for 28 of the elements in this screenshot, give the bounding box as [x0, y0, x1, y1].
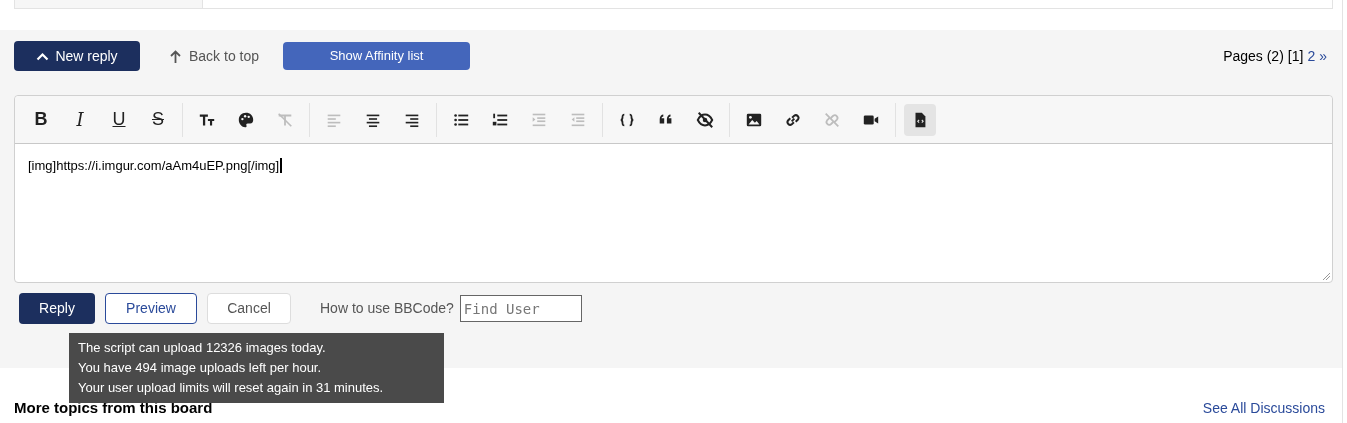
- remove-format-icon: [276, 110, 294, 129]
- pages-label: Pages (2): [1223, 46, 1284, 66]
- strike-button[interactable]: S: [142, 103, 174, 136]
- resize-handle-icon[interactable]: [1322, 272, 1330, 280]
- bbcode-help-link[interactable]: How to use BBCode?: [320, 298, 454, 319]
- preview-button[interactable]: Preview: [105, 293, 197, 324]
- bold-button[interactable]: B: [25, 103, 57, 136]
- back-to-top-link[interactable]: Back to top: [170, 45, 260, 67]
- find-user-field[interactable]: Find User: [459, 295, 582, 322]
- next-page-link[interactable]: »: [1319, 45, 1327, 67]
- editor-text-area[interactable]: [img]https://i.imgur.com/aAm4uEP.png[/img]: [15, 144, 1332, 282]
- show-affinity-list-button[interactable]: Show Affinity list: [283, 42, 471, 70]
- eye-slash-icon: [696, 110, 714, 129]
- upload-limits-tooltip: The script can upload 12326 images today. You have 494 image uploads left per hour. Your user upload limits will reset again in 31 minutes.: [69, 333, 444, 403]
- see-all-discussions-link[interactable]: See All Discussions: [1202, 398, 1325, 419]
- page-link[interactable]: 2: [1307, 45, 1316, 67]
- palette-icon: [237, 110, 255, 129]
- reply-button[interactable]: Reply: [19, 293, 95, 324]
- new-reply-button[interactable]: New reply: [14, 41, 140, 71]
- editor-text: [img]https://i.imgur.com/aAm4uEP.png[/img]: [28, 158, 283, 173]
- italic-button[interactable]: I: [64, 103, 96, 136]
- unlink-icon: [823, 110, 841, 129]
- arrow-up-icon: [170, 49, 181, 63]
- caret-up-icon: [36, 51, 50, 61]
- cancel-button[interactable]: Cancel: [207, 293, 291, 324]
- current-page: [1]: [1287, 46, 1304, 66]
- underline-button[interactable]: U: [103, 103, 135, 136]
- code-file-button[interactable]: [904, 103, 936, 136]
